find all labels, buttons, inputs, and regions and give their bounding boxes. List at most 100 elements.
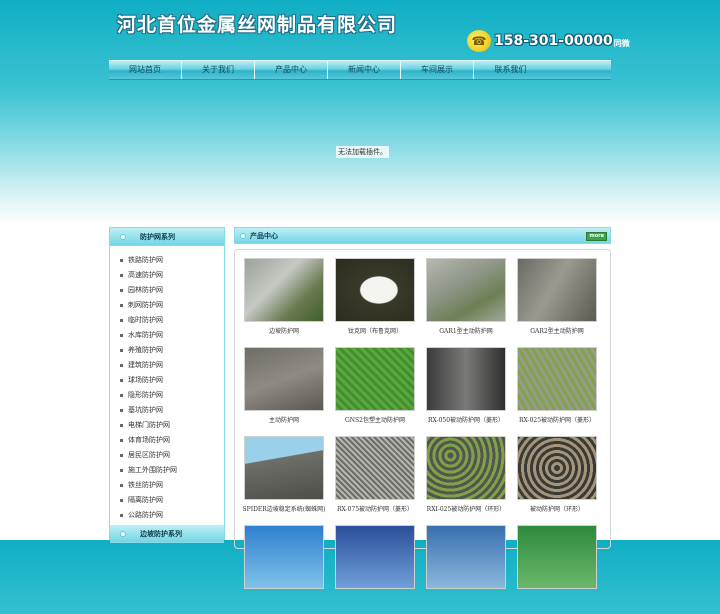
product-image[interactable]: [517, 258, 597, 322]
product-card[interactable]: RX-025被动防护网（菱形）: [516, 347, 598, 436]
sidebar-item[interactable]: 公路防护网: [120, 508, 224, 523]
product-card[interactable]: RX-050被动防护网（菱形）: [425, 347, 507, 436]
sidebar-item[interactable]: 水库防护网: [120, 328, 224, 343]
product-image[interactable]: [244, 258, 324, 322]
square-bullet-icon: [120, 424, 123, 427]
sidebar-item-label: 建筑防护网: [128, 361, 163, 369]
product-card[interactable]: SPIDER边坡稳定系统(蜘蛛网): [243, 436, 325, 525]
product-image[interactable]: [335, 525, 415, 589]
product-caption[interactable]: 被动防护网（环形）: [530, 504, 584, 513]
sidebar-item-label: 刺网防护网: [128, 301, 163, 309]
sidebar-item[interactable]: 隐形防护网: [120, 388, 224, 403]
product-caption[interactable]: GNS2包塑主动防护网: [345, 415, 405, 424]
nav-item-home[interactable]: 网站首页: [109, 61, 182, 79]
product-caption[interactable]: 边坡防护网: [269, 326, 299, 335]
sidebar-item-label: 体育场防护网: [128, 436, 170, 444]
sidebar-item[interactable]: 体育场防护网: [120, 433, 224, 448]
sidebar-item[interactable]: 建筑防护网: [120, 358, 224, 373]
sidebar-item[interactable]: 刺网防护网: [120, 298, 224, 313]
product-image[interactable]: [244, 347, 324, 411]
product-card[interactable]: GAR2型主动防护网: [516, 258, 598, 347]
product-center-title: 产品中心: [250, 231, 278, 240]
main-nav: 网站首页 关于我们 产品中心 新闻中心 车间展示 联系我们: [109, 60, 611, 80]
nav-item-workshop[interactable]: 车间展示: [401, 61, 474, 79]
square-bullet-icon: [120, 394, 123, 397]
product-card[interactable]: [516, 525, 598, 614]
product-card[interactable]: GNS2包塑主动防护网: [334, 347, 416, 436]
product-image[interactable]: [335, 347, 415, 411]
product-image[interactable]: [517, 436, 597, 500]
sidebar-item-label: 水库防护网: [128, 331, 163, 339]
sidebar-item[interactable]: 养殖防护网: [120, 343, 224, 358]
sidebar-item-label: 养殖防护网: [128, 346, 163, 354]
product-image[interactable]: [517, 347, 597, 411]
sidebar-item-label: 基坑防护网: [128, 406, 163, 414]
bullet-icon: [120, 530, 126, 537]
product-center-header: 产品中心 more: [234, 227, 611, 244]
sidebar-header-2: 边坡防护系列: [110, 525, 224, 543]
sidebar-item-label: 铁路防护网: [128, 256, 163, 264]
product-card[interactable]: 钛克网（布鲁克网）: [334, 258, 416, 347]
square-bullet-icon: [120, 454, 123, 457]
nav-item-news[interactable]: 新闻中心: [328, 61, 401, 79]
sidebar-item[interactable]: 电梯门防护网: [120, 418, 224, 433]
product-caption[interactable]: GAR2型主动防护网: [530, 326, 583, 335]
sidebar-item-label: 临时防护网: [128, 316, 163, 324]
product-caption[interactable]: GAR1型主动防护网: [439, 326, 492, 335]
product-image[interactable]: [335, 436, 415, 500]
sidebar-item[interactable]: 施工外围防护网: [120, 463, 224, 478]
product-image[interactable]: [426, 347, 506, 411]
square-bullet-icon: [120, 334, 123, 337]
product-card[interactable]: [334, 525, 416, 614]
sidebar-item[interactable]: 隔离防护网: [120, 493, 224, 508]
sidebar-item[interactable]: 园林防护网: [120, 283, 224, 298]
hotline: ☎ 158-301-00000 同微: [467, 30, 630, 52]
sidebar-item[interactable]: 基坑防护网: [120, 403, 224, 418]
product-image[interactable]: [244, 436, 324, 500]
square-bullet-icon: [120, 349, 123, 352]
square-bullet-icon: [120, 409, 123, 412]
nav-item-contact[interactable]: 联系我们: [474, 61, 547, 79]
product-caption[interactable]: SPIDER边坡稳定系统(蜘蛛网): [243, 504, 326, 513]
sidebar-item[interactable]: 居民区防护网: [120, 448, 224, 463]
product-caption[interactable]: RX-050被动防护网（菱形）: [428, 415, 504, 424]
sidebar-item[interactable]: 临时防护网: [120, 313, 224, 328]
product-caption[interactable]: RX-075被动防护网（菱形）: [337, 504, 413, 513]
product-card[interactable]: [425, 525, 507, 614]
sidebar-item[interactable]: 球场防护网: [120, 373, 224, 388]
square-bullet-icon: [120, 514, 123, 517]
square-bullet-icon: [120, 319, 123, 322]
product-image[interactable]: [335, 258, 415, 322]
product-grid: 边坡防护网 钛克网（布鲁克网） GAR1型主动防护网 GAR2型主动防护网主动防护网 G…: [243, 258, 598, 614]
sidebar-item[interactable]: 高速防护网: [120, 268, 224, 283]
bullet-icon: [120, 233, 126, 240]
product-caption[interactable]: RXI-025被动防护网（环形）: [427, 504, 506, 513]
product-caption[interactable]: 主动防护网: [269, 415, 299, 424]
product-card[interactable]: GAR1型主动防护网: [425, 258, 507, 347]
product-image[interactable]: [426, 436, 506, 500]
sidebar-item-label: 隔离防护网: [128, 496, 163, 504]
square-bullet-icon: [120, 499, 123, 502]
nav-item-about[interactable]: 关于我们: [182, 61, 255, 79]
product-card[interactable]: 主动防护网: [243, 347, 325, 436]
product-card[interactable]: RXI-025被动防护网（环形）: [425, 436, 507, 525]
sidebar-item[interactable]: 铁丝防护网: [120, 478, 224, 493]
product-caption[interactable]: RX-025被动防护网（菱形）: [519, 415, 595, 424]
square-bullet-icon: [120, 259, 123, 262]
product-card[interactable]: [243, 525, 325, 614]
product-image[interactable]: [244, 525, 324, 589]
sidebar-header: 防护网系列: [110, 228, 224, 246]
sidebar-list: 铁路防护网高速防护网 园林防护网刺网防护网临时防护网水库防护网养殖防护网建筑防护网…: [110, 246, 224, 523]
product-card[interactable]: RX-075被动防护网（菱形）: [334, 436, 416, 525]
square-bullet-icon: [120, 274, 123, 277]
product-image[interactable]: [426, 258, 506, 322]
sidebar-item[interactable]: 铁路防护网: [120, 253, 224, 268]
product-image[interactable]: [517, 525, 597, 589]
hotline-suffix: 同微: [613, 38, 630, 48]
product-card[interactable]: 被动防护网（环形）: [516, 436, 598, 525]
product-image[interactable]: [426, 525, 506, 589]
product-caption[interactable]: 钛克网（布鲁克网）: [348, 326, 402, 335]
nav-item-products[interactable]: 产品中心: [255, 61, 328, 79]
more-button[interactable]: more: [586, 232, 607, 241]
product-card[interactable]: 边坡防护网: [243, 258, 325, 347]
